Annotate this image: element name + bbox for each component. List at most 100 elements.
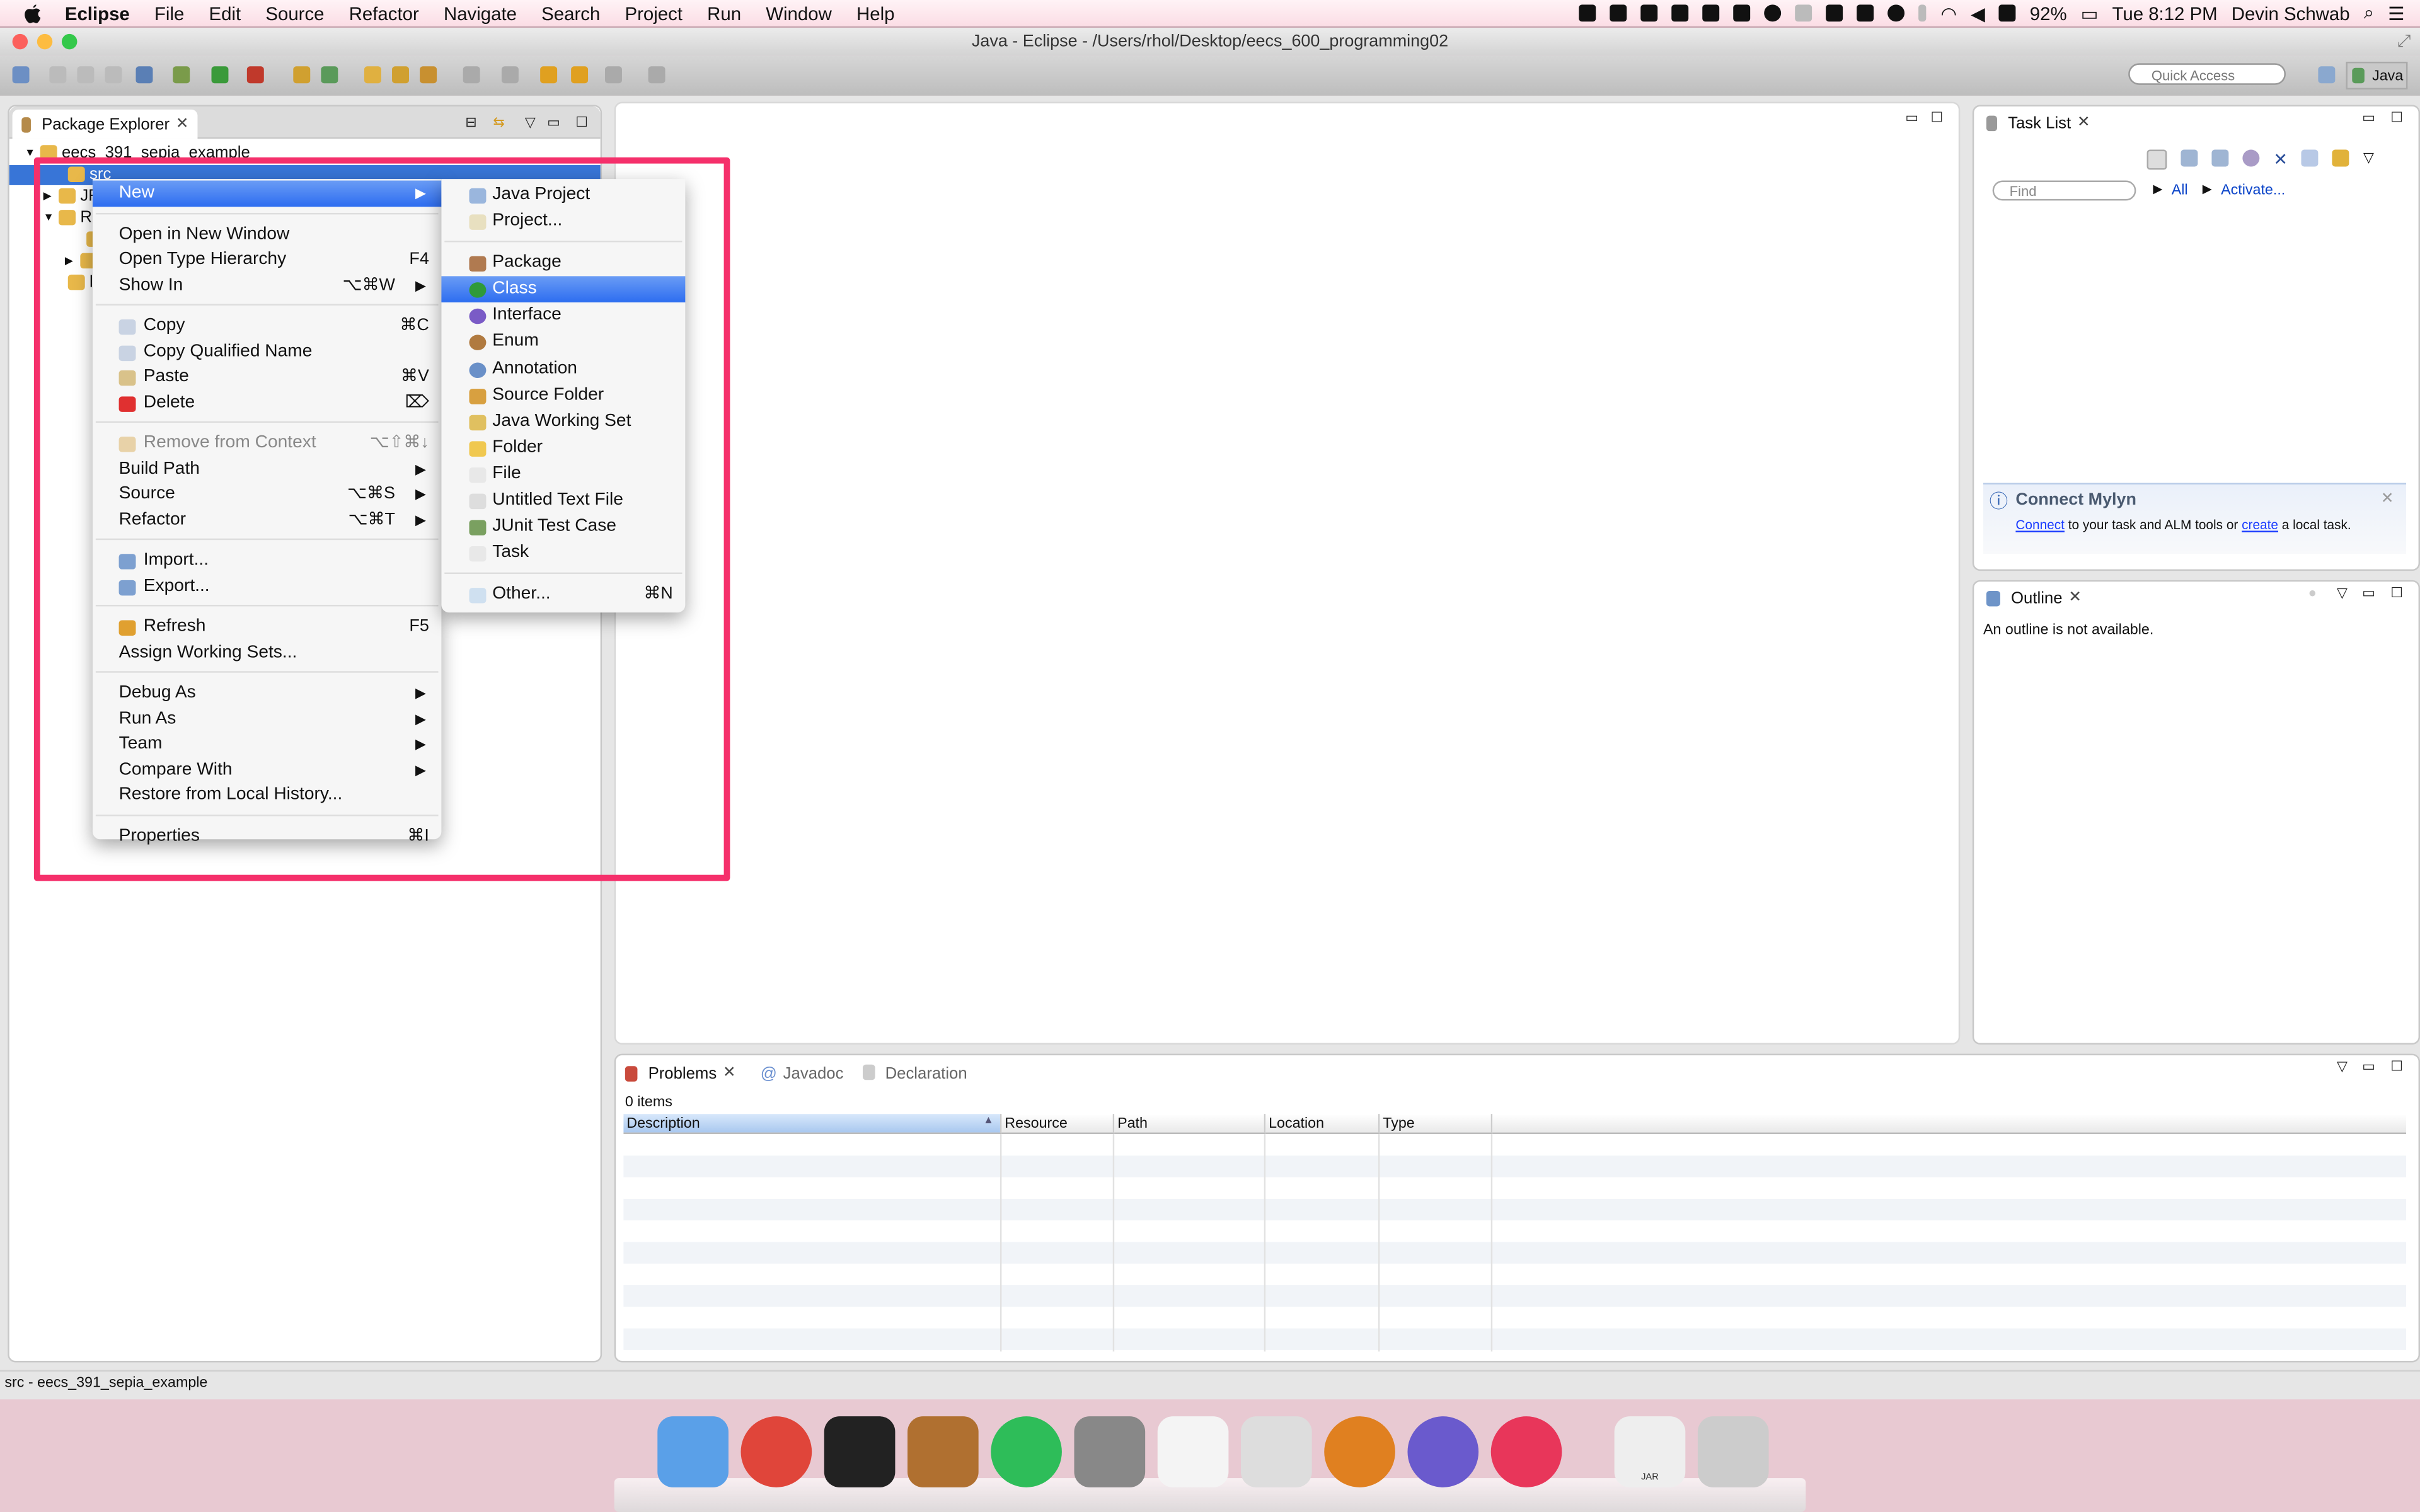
menu-item-java-working-set[interactable]: Java Working Set [441,408,685,435]
menu-run[interactable]: Run [695,3,754,24]
status-icon[interactable] [1579,4,1597,22]
toolbar-button-icon[interactable] [49,66,67,84]
menu-item-assign-working-sets[interactable]: Assign Working Sets... [93,639,441,665]
battery-percent[interactable]: 92% [2030,3,2067,24]
input-source-icon[interactable] [1998,4,2016,22]
toolbar-button-icon[interactable] [392,66,409,84]
toolbar-button-icon[interactable] [571,66,589,84]
close-icon[interactable]: ✕ [2068,590,2082,607]
dropbox-icon[interactable] [1641,4,1659,22]
system-preferences-icon[interactable] [1074,1416,1146,1487]
menu-item-refactor[interactable]: Refactor ⌥⌘T ▶ [93,507,441,532]
tab-outline[interactable]: Outline ✕ [1977,585,2091,611]
menu-source[interactable]: Source [253,3,337,24]
collapsed-arrow-icon[interactable]: ▶ [43,186,52,207]
toolbar-button-icon[interactable] [648,66,666,84]
toolbar-button-icon[interactable] [420,66,437,84]
close-icon[interactable]: ✕ [2381,491,2394,508]
apple-icon[interactable] [21,3,43,24]
finder-icon[interactable] [657,1416,729,1487]
create-link[interactable]: create [2242,517,2278,532]
spotify-icon[interactable] [991,1416,1062,1487]
menu-item-show-in[interactable]: Show In ⌥⌘W ▶ [93,272,441,297]
tab-package-explorer[interactable]: Package Explorer ✕ [12,109,199,139]
menu-item-import[interactable]: Import... [93,547,441,573]
column-header-type[interactable]: Type [1380,1114,1493,1135]
time-machine-icon[interactable] [1888,4,1906,22]
expanded-arrow-icon[interactable]: ▼ [43,209,54,229]
wifi-icon[interactable]: ◠ [1940,3,1957,24]
menu-item-copy[interactable]: Copy ⌘C [93,313,441,338]
minimize-icon[interactable]: ▭ [1905,110,1918,127]
airmail-icon[interactable] [1490,1416,1562,1487]
toolbar-button-icon[interactable] [246,66,264,84]
menu-item-build-path[interactable]: Build Path ▶ [93,456,441,481]
collapse-all-icon[interactable] [2301,149,2319,167]
synchronize-icon[interactable] [2332,149,2349,167]
toolbar-button-icon[interactable] [540,66,558,84]
minimize-icon[interactable]: ▭ [2362,110,2375,127]
view-menu-icon[interactable]: ▽ [2337,585,2348,602]
bluetooth-icon[interactable] [1919,4,1927,22]
column-header-location[interactable]: Location [1265,1114,1380,1135]
menu-edit[interactable]: Edit [197,3,253,24]
bell-icon[interactable] [1795,4,1813,22]
spotlight-icon[interactable]: ⌕ [2364,1,2374,25]
new-task-icon[interactable] [2146,149,2167,170]
expanded-arrow-icon[interactable]: ▼ [25,144,35,164]
menu-project[interactable]: Project [613,3,695,24]
menu-item-interface[interactable]: Interface [441,303,685,329]
status-icon[interactable] [1672,4,1690,22]
menu-item-junit-test-case[interactable]: JUnit Test Case [441,514,685,541]
menu-item-untitled-text-file[interactable]: Untitled Text File [441,488,685,514]
collapse-all-icon[interactable]: ⊟ [465,114,476,131]
tab-problems[interactable]: Problems ✕ [619,1063,742,1082]
menu-item-debug-as[interactable]: Debug As ▶ [93,680,441,706]
user-name[interactable]: Devin Schwab [2232,3,2350,24]
menu-item-compare-with[interactable]: Compare With ▶ [93,757,441,782]
minimize-icon[interactable]: ▭ [547,114,560,131]
menu-item-properties[interactable]: Properties ⌘I [93,823,441,849]
jar-file-icon[interactable]: JAR [1614,1416,1686,1487]
close-window-button[interactable] [12,33,28,50]
view-menu-icon[interactable]: ▽ [525,114,536,131]
tree-item[interactable]: ▼ eecs_391_sepia_example [9,144,601,164]
toolbar-button-icon[interactable] [12,66,30,84]
toolbar-button-icon[interactable] [463,66,480,84]
volume-icon[interactable]: ◀ [1971,3,1985,24]
close-icon[interactable]: ✕ [723,1065,736,1082]
x11-icon[interactable] [1240,1416,1312,1487]
menu-search[interactable]: Search [529,3,613,24]
minimize-window-button[interactable] [37,33,53,50]
menu-item-source-folder[interactable]: Source Folder [441,382,685,409]
toolbar-button-icon[interactable] [293,66,311,84]
launchpad-icon[interactable] [1157,1416,1229,1487]
battery-icon[interactable]: ▭ [2081,3,2099,24]
menu-item-open-type-hierarchy[interactable]: Open Type Hierarchy F4 [93,247,441,272]
status-icon[interactable] [1826,4,1844,22]
menu-item-export[interactable]: Export... [93,573,441,598]
scheduled-icon[interactable] [2211,149,2229,167]
menu-item-copy-qualified-name[interactable]: Copy Qualified Name [93,339,441,364]
menu-item-new[interactable]: New ▶ [92,180,442,206]
menu-item-folder[interactable]: Folder [441,435,685,461]
presentation-icon[interactable] [2242,149,2260,167]
toolbar-button-icon[interactable] [77,66,95,84]
categorized-icon[interactable] [2181,149,2198,167]
firefox-icon[interactable] [1324,1416,1395,1487]
close-icon[interactable]: ✕ [2077,114,2090,131]
status-icon[interactable] [1610,4,1628,22]
toolbar-button-icon[interactable] [321,66,338,84]
tab-javadoc[interactable]: @ Javadoc [761,1064,844,1082]
menu-item-project[interactable]: Project... [441,209,685,235]
maximize-icon[interactable]: ☐ [2390,585,2403,602]
menu-app[interactable]: Eclipse [52,3,142,24]
menu-window[interactable]: Window [754,3,844,24]
column-header-description[interactable]: Description [623,1114,1002,1135]
menu-navigate[interactable]: Navigate [431,3,529,24]
menu-item-team[interactable]: Team ▶ [93,731,441,757]
menu-file[interactable]: File [142,3,197,24]
find-input[interactable]: Find [1992,180,2136,201]
menu-item-file[interactable]: File [441,461,685,488]
close-icon[interactable]: ✕ [176,116,189,133]
